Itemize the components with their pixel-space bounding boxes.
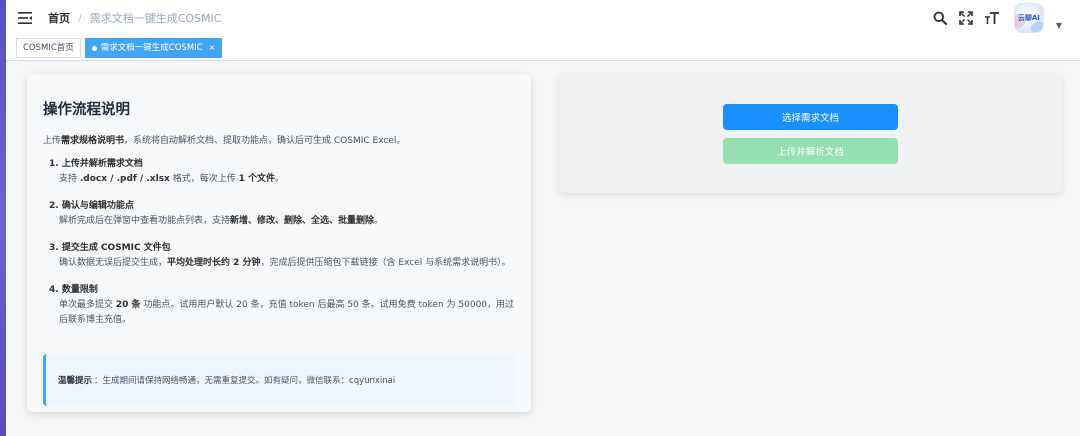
tag-label: COSMIC首页 <box>23 43 74 53</box>
step-item: 2. 确认与编辑功能点 解析完成后在弹窗中查看功能点列表，支持新增、修改、删除、… <box>43 198 515 229</box>
main-content: 操作流程说明 上传需求规格说明书，系统将自动解析文档、提取功能点，确认后可生成 … <box>6 62 1080 436</box>
navbar-actions: 云聊AI ▼ <box>932 0 1062 36</box>
breadcrumb-current: 需求文档一键生成COSMIC <box>89 12 222 25</box>
active-dot-icon <box>91 45 97 51</box>
close-icon[interactable]: × <box>209 39 216 57</box>
tag-cosmic-home[interactable]: COSMIC首页 <box>16 38 81 58</box>
user-avatar[interactable]: 云聊AI <box>1013 3 1044 33</box>
tip-text: ：生成期间请保持网络畅通，无需重复提交。如有疑问，微信联系：cqyunxinai <box>94 376 396 386</box>
upload-parse-button[interactable]: 上传并解析文档 <box>723 138 898 164</box>
avatar-text: 云聊AI <box>1017 14 1040 22</box>
select-document-button[interactable]: 选择需求文档 <box>723 104 898 130</box>
step-desc: 确认数据无误后提交生成，平均处理时长约 2 分钟，完成后提供压缩包下载链接（含 … <box>59 258 511 268</box>
breadcrumb: 首页 / 需求文档一键生成COSMIC <box>48 10 221 26</box>
steps-list: 1. 上传并解析需求文档 支持 .docx / .pdf / .xlsx 格式，… <box>43 156 515 328</box>
step-desc: 单次最多提交 20 条 功能点。试用用户默认 20 条，充值 token 后最高… <box>59 300 515 325</box>
guide-intro: 上传需求规格说明书，系统将自动解析文档、提取功能点，确认后可生成 COSMIC … <box>43 136 406 146</box>
font-size-icon[interactable] <box>984 10 1000 26</box>
top-navbar: 首页 / 需求文档一键生成COSMIC 云聊AI ▼ <box>6 0 1080 36</box>
upload-card: 选择需求文档 上传并解析文档 <box>559 74 1062 193</box>
hamburger-menu-icon[interactable] <box>18 12 32 24</box>
guide-title: 操作流程说明 <box>43 102 130 118</box>
step-desc: 支持 .docx / .pdf / .xlsx 格式，每次上传 1 个文件。 <box>59 174 285 184</box>
tags-view: COSMIC首页 需求文档一键生成COSMIC × <box>6 36 1080 61</box>
fullscreen-icon[interactable] <box>958 10 974 26</box>
breadcrumb-home[interactable]: 首页 <box>48 10 70 26</box>
tip-label: 温馨提示 <box>58 376 93 386</box>
guide-card: 操作流程说明 上传需求规格说明书，系统将自动解析文档、提取功能点，确认后可生成 … <box>27 74 531 412</box>
search-icon[interactable] <box>932 10 948 26</box>
step-title: 4. 数量限制 <box>49 285 98 295</box>
step-item: 4. 数量限制 单次最多提交 20 条 功能点。试用用户默认 20 条，充值 t… <box>43 282 515 328</box>
tip-box: 温馨提示 ：生成期间请保持网络畅通，无需重复提交。如有疑问，微信联系：cqyunx… <box>43 354 515 406</box>
caret-down-icon[interactable]: ▼ <box>1056 21 1062 30</box>
tag-doc-generate[interactable]: 需求文档一键生成COSMIC × <box>84 38 223 58</box>
breadcrumb-separator: / <box>78 11 82 25</box>
step-title: 2. 确认与编辑功能点 <box>49 201 134 211</box>
step-title: 1. 上传并解析需求文档 <box>49 159 143 169</box>
step-title: 3. 提交生成 COSMIC 文件包 <box>49 243 171 253</box>
step-item: 1. 上传并解析需求文档 支持 .docx / .pdf / .xlsx 格式，… <box>43 156 515 187</box>
step-desc: 解析完成后在弹窗中查看功能点列表，支持新增、修改、删除、全选、批量删除。 <box>59 216 384 226</box>
step-item: 3. 提交生成 COSMIC 文件包 确认数据无误后提交生成，平均处理时长约 2… <box>43 240 515 271</box>
tag-label: 需求文档一键生成COSMIC <box>100 43 203 53</box>
